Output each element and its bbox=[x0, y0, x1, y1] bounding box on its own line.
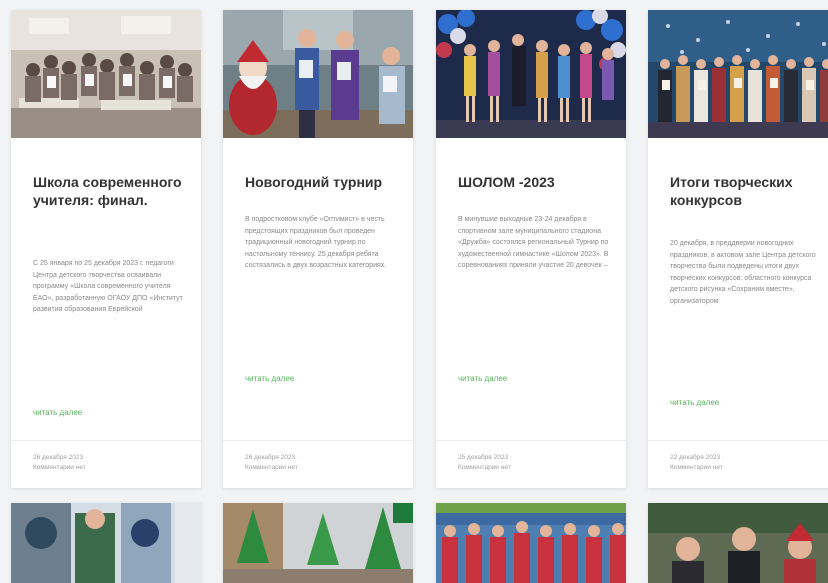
post-date: 26 декабря 2023 · bbox=[245, 454, 300, 461]
post-footer: 26 декабря 2023 · Комментарии нет bbox=[223, 440, 413, 488]
post-footer: 25 декабря 2023 · Комментарии нет bbox=[436, 440, 626, 488]
post-thumbnail[interactable] bbox=[436, 503, 626, 583]
post-card: Итоги творческих конкурсов 20 декабря, в… bbox=[648, 10, 828, 488]
post-footer: 22 декабря 2023 · Комментарии нет bbox=[648, 440, 828, 488]
post-comments[interactable]: Комментарии нет bbox=[458, 463, 604, 473]
post-thumbnail[interactable] bbox=[11, 10, 201, 138]
post-date: 25 декабря 2023 · bbox=[458, 454, 513, 461]
post-comments[interactable]: Комментарии нет bbox=[33, 463, 179, 473]
post-excerpt: С 25 января по 25 декабря 2023 г. педаго… bbox=[33, 260, 183, 314]
post-title[interactable]: Итоги творческих конкурсов bbox=[670, 173, 828, 209]
post-footer: 26 декабря 2023 · Комментарии нет bbox=[11, 440, 201, 488]
post-comments[interactable]: Комментарии нет bbox=[245, 463, 391, 473]
post-excerpt: 20 декабря, в преддверии новогодних праз… bbox=[670, 240, 816, 305]
posts-grid: Школа современного учителя: финал. С 25 … bbox=[0, 0, 828, 583]
post-thumbnail[interactable] bbox=[648, 503, 828, 583]
post-excerpt: В минувшие выходные 23-24 декабря в спор… bbox=[458, 216, 609, 270]
post-thumbnail[interactable] bbox=[648, 10, 828, 138]
post-card: ШОЛОМ -2023 В минувшие выходные 23-24 де… bbox=[436, 10, 626, 488]
read-more-link[interactable]: читать далее bbox=[670, 398, 719, 407]
post-card: Школа современного учителя: финал. С 25 … bbox=[11, 10, 201, 488]
post-date: 22 декабря 2023 · bbox=[670, 454, 725, 461]
post-comments[interactable]: Комментарии нет bbox=[670, 463, 816, 473]
read-more-link[interactable]: читать далее bbox=[458, 374, 507, 383]
post-title[interactable]: Новогодний турнир bbox=[245, 173, 405, 191]
post-thumbnail[interactable] bbox=[436, 10, 626, 138]
post-date: 26 декабря 2023 · bbox=[33, 454, 88, 461]
post-excerpt: В подростковом клубе «Оптимист» в честь … bbox=[245, 216, 387, 270]
read-more-link[interactable]: читать далее bbox=[245, 374, 294, 383]
post-thumbnail[interactable] bbox=[223, 10, 413, 138]
post-card: Новогодний турнир В подростковом клубе «… bbox=[223, 10, 413, 488]
post-thumbnail[interactable] bbox=[223, 503, 413, 583]
post-thumbnail[interactable] bbox=[11, 503, 201, 583]
post-title[interactable]: ШОЛОМ -2023 bbox=[458, 173, 618, 191]
read-more-link[interactable]: читать далее bbox=[33, 408, 82, 417]
post-title[interactable]: Школа современного учителя: финал. bbox=[33, 173, 193, 209]
